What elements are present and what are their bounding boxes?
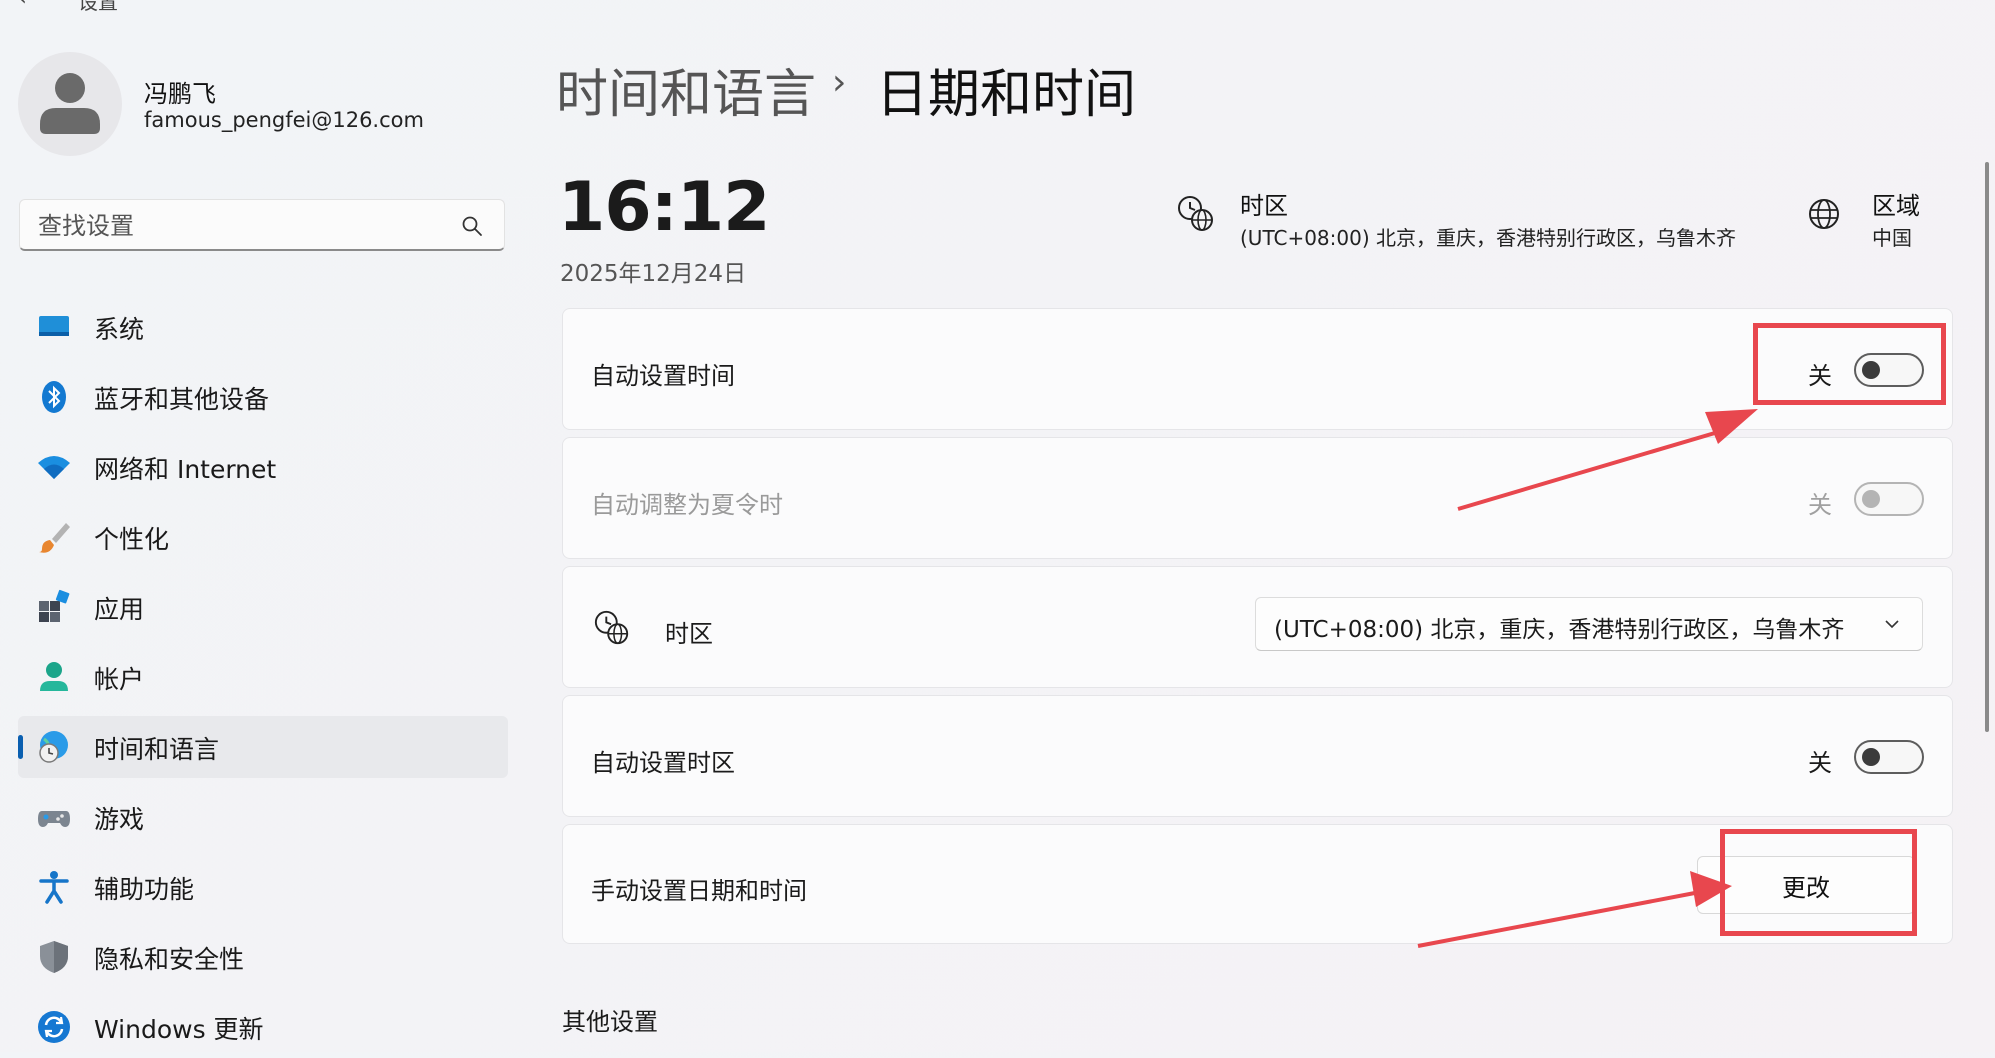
timezone-dropdown[interactable]: (UTC+08:00) 北京，重庆，香港特别行政区，乌鲁木齐	[1255, 597, 1923, 651]
globe-clock-icon	[39, 731, 68, 763]
apps-icon	[39, 589, 70, 622]
chevron-right-icon: ›	[832, 62, 847, 103]
chevron-down-icon	[1885, 620, 1899, 629]
sidebar-item-time-language[interactable]: 时间和语言	[18, 716, 508, 778]
system-monitor-icon	[39, 316, 69, 336]
current-date: 2025年12月24日	[560, 261, 747, 287]
sidebar-item-label: 蓝牙和其他设备	[94, 385, 270, 414]
other-settings-heading: 其他设置	[562, 1008, 658, 1036]
sidebar-item-label: 辅助功能	[94, 875, 195, 904]
sidebar-item-label: 帐户	[94, 665, 145, 694]
timezone-card: 时区 (UTC+08:00) 北京，重庆，香港特别行政区，乌鲁木齐	[562, 566, 1953, 688]
sidebar-item-gaming[interactable]: 游戏	[18, 786, 508, 848]
globe-icon	[1809, 199, 1839, 229]
app-title: 设置	[78, 0, 118, 14]
sidebar-item-apps[interactable]: 应用	[18, 576, 508, 638]
auto-time-state: 关	[1808, 362, 1832, 390]
scrollbar[interactable]	[1985, 162, 1989, 732]
auto-time-label: 自动设置时间	[591, 362, 735, 390]
sidebar-item-system[interactable]: 系统	[18, 296, 508, 358]
gamepad-icon	[38, 811, 70, 827]
sidebar-item-privacy[interactable]: 隐私和安全性	[18, 926, 508, 988]
wifi-icon	[38, 456, 70, 479]
sidebar-item-label: 游戏	[94, 805, 145, 834]
sidebar-item-label: 系统	[94, 315, 145, 344]
auto-timezone-toggle[interactable]	[1854, 740, 1924, 774]
search-input[interactable]	[36, 208, 460, 244]
timezone-clock-globe-icon	[1178, 196, 1213, 231]
sidebar-item-personalization[interactable]: 个性化	[18, 506, 508, 568]
auto-timezone-label: 自动设置时区	[591, 749, 735, 777]
manual-datetime-card: 手动设置日期和时间 更改	[562, 824, 1953, 944]
page-title: 日期和时间	[876, 65, 1137, 125]
auto-time-card: 自动设置时间 关	[562, 308, 1953, 430]
sidebar-item-label: Windows 更新	[94, 1015, 264, 1044]
timezone-clock-globe-icon	[594, 610, 629, 645]
sidebar-item-accessibility[interactable]: 辅助功能	[18, 856, 508, 918]
shield-icon	[40, 941, 68, 973]
manual-datetime-label: 手动设置日期和时间	[591, 877, 807, 905]
dst-label: 自动调整为夏令时	[591, 491, 783, 519]
sidebar-item-label: 网络和 Internet	[94, 455, 277, 484]
timezone-row-label: 时区	[665, 620, 713, 648]
auto-time-toggle[interactable]	[1854, 353, 1924, 387]
timezone-value: (UTC+08:00) 北京，重庆，香港特别行政区，乌鲁木齐	[1240, 226, 1737, 250]
region-value: 中国	[1872, 226, 1912, 250]
change-button[interactable]: 更改	[1697, 856, 1915, 914]
region-label: 区域	[1872, 192, 1920, 220]
avatar[interactable]	[18, 52, 122, 156]
person-icon	[40, 73, 100, 134]
back-arrow-icon[interactable]: ‹	[18, 0, 27, 11]
user-email: famous_pengfei@126.com	[144, 108, 424, 132]
sidebar-item-label: 时间和语言	[94, 735, 220, 764]
paintbrush-icon	[39, 523, 70, 553]
breadcrumb-parent[interactable]: 时间和语言	[556, 52, 816, 127]
dst-card: 自动调整为夏令时 关	[562, 437, 1953, 559]
timezone-label: 时区	[1240, 192, 1288, 220]
person-icon	[40, 662, 68, 691]
sidebar-item-windows-update[interactable]: Windows 更新	[18, 996, 508, 1058]
sidebar-item-network[interactable]: 网络和 Internet	[18, 436, 508, 498]
update-icon	[38, 1011, 70, 1043]
sidebar-item-label: 隐私和安全性	[94, 945, 245, 974]
user-name: 冯鹏飞	[144, 80, 216, 108]
auto-timezone-state: 关	[1808, 749, 1832, 777]
sidebar-item-label: 个性化	[94, 525, 170, 554]
auto-timezone-card: 自动设置时区 关	[562, 695, 1953, 817]
dst-toggle	[1854, 482, 1924, 516]
accessibility-icon	[39, 871, 69, 904]
search-box[interactable]	[19, 199, 505, 251]
search-icon[interactable]	[460, 214, 484, 238]
sidebar-item-bluetooth[interactable]: 蓝牙和其他设备	[18, 366, 508, 428]
timezone-dropdown-value: (UTC+08:00) 北京，重庆，香港特别行政区，乌鲁木齐	[1274, 617, 1845, 643]
sidebar-item-accounts[interactable]: 帐户	[18, 646, 508, 708]
sidebar-item-label: 应用	[94, 595, 145, 624]
dst-state: 关	[1808, 491, 1832, 519]
selection-indicator	[18, 735, 23, 759]
current-time: 16:12	[558, 168, 770, 247]
bluetooth-icon	[42, 381, 66, 413]
